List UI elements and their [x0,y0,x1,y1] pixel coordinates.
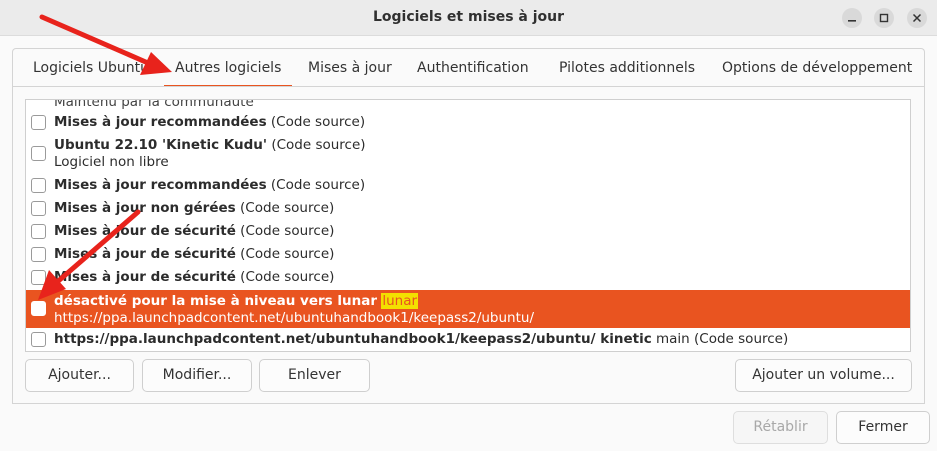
enable-checkbox[interactable] [31,178,46,193]
add-source-button[interactable]: Ajouter... [25,359,134,392]
close-button[interactable]: Fermer [836,411,930,444]
maximize-icon [879,13,889,23]
minimize-icon [848,20,856,22]
source-name: désactivé pour la mise à niveau vers lun… [54,293,378,309]
remove-source-button[interactable]: Enlever [259,359,370,392]
list-item[interactable]: Mises à jour recommandées (Code source) [26,112,910,134]
tab-pilotes-additionnels[interactable]: Pilotes additionnels [559,60,695,76]
source-type: (Code source) [235,200,335,216]
tab-autres-logiciels[interactable]: Autres logiciels [163,60,293,88]
window-title: Logiciels et mises à jour [372,9,565,25]
source-type: main (Code source) [651,331,789,347]
enable-checkbox[interactable] [31,247,46,262]
revert-button[interactable]: Rétablir [733,411,828,444]
source-name: Mises à jour recommandées [54,114,267,130]
source-name: Mises à jour de sécurité [54,246,236,262]
source-type: (Code source) [266,177,366,193]
source-name: Ubuntu 22.10 'Kinetic Kudu' [54,137,268,153]
enable-checkbox[interactable] [31,201,46,216]
add-volume-button[interactable]: Ajouter un volume... [735,359,912,392]
source-name: Mises à jour recommandées [54,177,267,193]
list-item-selected[interactable]: désactivé pour la mise à niveau vers lun… [26,290,910,328]
source-name: Mises à jour de sécurité [54,223,236,239]
title-bar: Logiciels et mises à jour [0,0,937,36]
minimize-button[interactable] [842,8,862,28]
close-icon [912,13,922,23]
source-type: (Code source) [235,246,335,262]
source-name: https://ppa.launchpadcontent.net/ubuntuh… [54,331,652,347]
source-type: (Code source) [267,137,366,153]
edit-source-button[interactable]: Modifier... [142,359,252,392]
source-type: (Code source) [266,114,366,130]
enable-checkbox[interactable] [31,270,46,285]
maximize-button[interactable] [874,8,894,28]
tab-mises-a-jour[interactable]: Mises à jour [308,60,392,76]
software-sources-list[interactable]: Maintenu par la communauté Mises à jour … [25,99,911,352]
source-name: Mises à jour non gérées [54,200,236,216]
tab-logiciels-ubuntu[interactable]: Logiciels Ubuntu [33,60,149,76]
list-item-label: Maintenu par la communauté [54,99,254,110]
source-name: Mises à jour de sécurité [54,269,236,285]
close-window-button[interactable] [907,8,927,28]
list-item[interactable]: Mises à jour de sécurité (Code source) [26,221,910,243]
tab-authentification[interactable]: Authentification [417,60,529,76]
enable-checkbox[interactable] [31,332,46,347]
list-item-partial: Maintenu par la communauté [26,99,910,110]
tab-options-developpement[interactable]: Options de développement [722,60,912,76]
tab-bar: Logiciels Ubuntu Autres logiciels Mises … [12,48,925,88]
search-highlight: lunar [381,293,419,309]
source-type: (Code source) [235,269,335,285]
enable-checkbox[interactable] [31,115,46,130]
enable-checkbox[interactable] [31,146,46,161]
enable-checkbox[interactable] [31,301,46,316]
source-url: https://ppa.launchpadcontent.net/ubuntuh… [54,310,535,326]
list-item[interactable]: Mises à jour de sécurité (Code source) [26,244,910,266]
source-component: Logiciel non libre [54,154,169,170]
list-item[interactable]: Ubuntu 22.10 'Kinetic Kudu' (Code source… [26,135,910,171]
list-item[interactable]: Mises à jour non gérées (Code source) [26,198,910,220]
list-item[interactable]: https://ppa.launchpadcontent.net/ubuntuh… [26,329,910,351]
list-item[interactable]: Mises à jour recommandées (Code source) [26,175,910,197]
list-item[interactable]: Mises à jour de sécurité (Code source) [26,267,910,289]
source-type: (Code source) [235,223,335,239]
enable-checkbox[interactable] [31,224,46,239]
